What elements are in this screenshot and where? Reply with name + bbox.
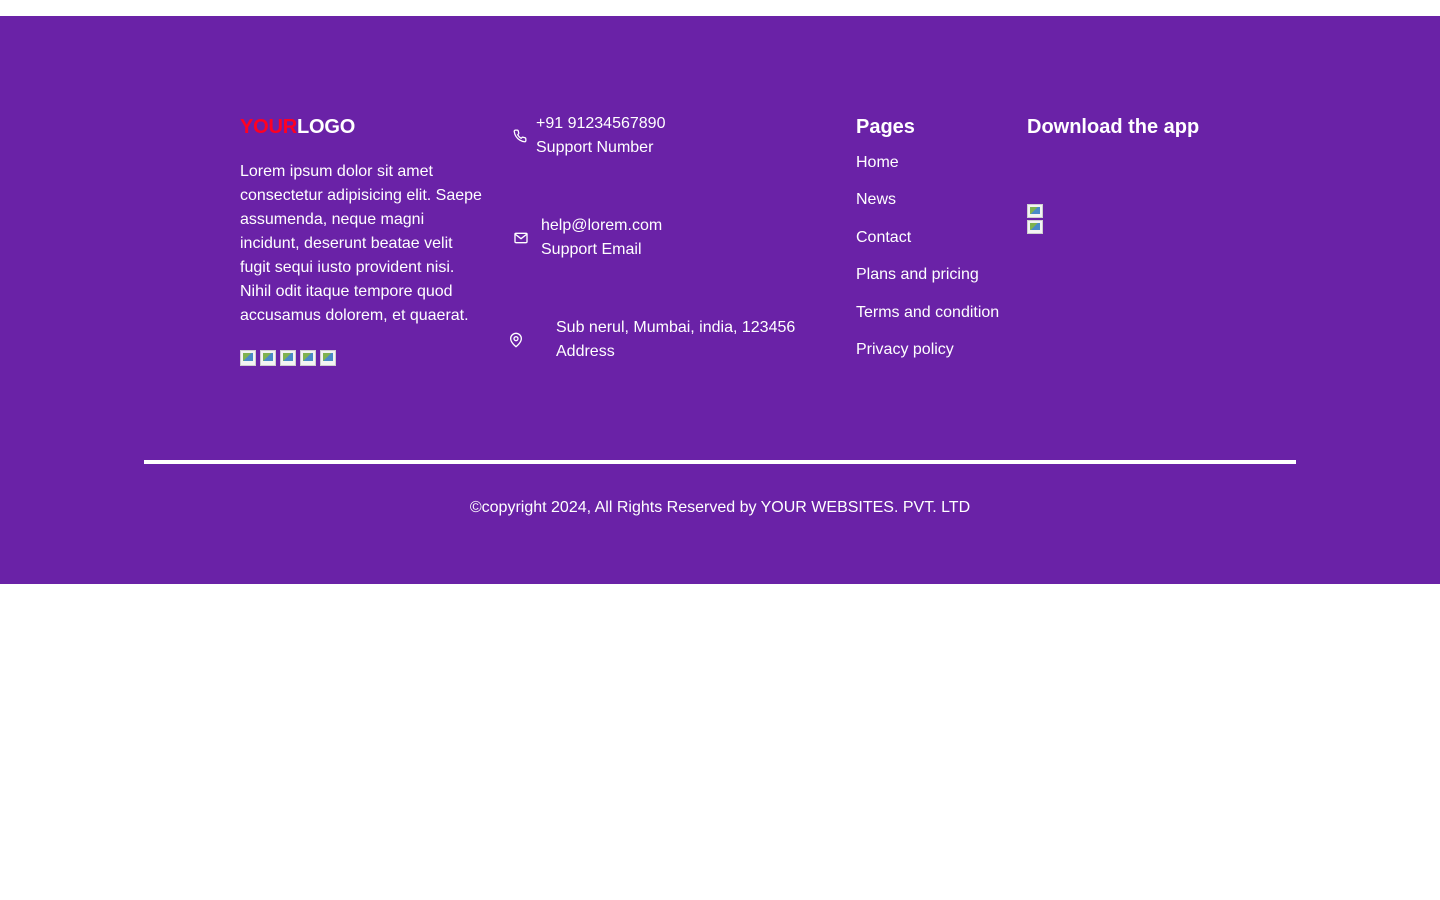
instagram-icon[interactable]	[280, 350, 296, 366]
address-text: Sub nerul, Mumbai, india, 123456 Address	[556, 316, 795, 364]
page-link-home[interactable]: Home	[856, 152, 999, 174]
contact-phone[interactable]: +91 91234567890 Support Number	[510, 112, 665, 160]
email-text: help@lorem.com Support Email	[541, 214, 662, 262]
site-footer: YOURLOGO Lorem ipsum dolor sit amet cons…	[0, 16, 1440, 584]
app-badges	[1027, 204, 1199, 236]
email-label: Support Email	[541, 241, 642, 258]
logo-part-your: YOUR	[240, 116, 297, 138]
brand-description: Lorem ipsum dolor sit amet consectetur a…	[240, 163, 482, 324]
phone-number[interactable]: +91 91234567890	[536, 112, 665, 136]
email-address[interactable]: help@lorem.com	[541, 214, 662, 238]
app-title: Download the app	[1027, 116, 1200, 138]
page-links: Home News Contact Plans and pricing Term…	[856, 152, 999, 361]
contact-email[interactable]: help@lorem.com Support Email	[511, 214, 662, 262]
address-label: Address	[556, 343, 615, 360]
mail-icon	[511, 228, 531, 248]
pages-title: Pages	[856, 116, 915, 138]
page-link-contact[interactable]: Contact	[856, 227, 999, 249]
logo-part-logo: LOGO	[296, 116, 356, 138]
address-value: Sub nerul, Mumbai, india, 123456	[556, 319, 796, 336]
phone-text: +91 91234567890 Support Number	[536, 112, 665, 160]
page-link-news[interactable]: News	[856, 189, 999, 211]
youtube-icon[interactable]	[320, 350, 336, 366]
linkedin-icon[interactable]	[300, 350, 316, 366]
google-play-badge[interactable]	[1027, 220, 1043, 234]
page-link-plans[interactable]: Plans and pricing	[856, 264, 999, 286]
facebook-icon[interactable]	[240, 350, 256, 366]
app-store-badge[interactable]	[1027, 204, 1043, 218]
phone-icon	[510, 126, 530, 146]
copyright-text: ©copyright 2024, All Rights Reserved by …	[469, 499, 971, 516]
page-link-privacy[interactable]: Privacy policy	[856, 339, 999, 361]
twitter-icon[interactable]	[260, 350, 276, 366]
brand-column: YOURLOGO Lorem ipsum dolor sit amet cons…	[240, 114, 485, 366]
page-link-terms[interactable]: Terms and condition	[856, 302, 999, 324]
map-pin-icon	[506, 330, 526, 350]
app-column: Download the app	[1027, 114, 1199, 236]
social-links	[240, 350, 485, 366]
footer-divider	[144, 460, 1296, 464]
contact-address: Sub nerul, Mumbai, india, 123456 Address	[506, 316, 795, 364]
pages-column: Pages Home News Contact Plans and pricin…	[856, 114, 999, 376]
logo[interactable]: YOURLOGO	[240, 114, 485, 140]
phone-label: Support Number	[536, 139, 654, 156]
